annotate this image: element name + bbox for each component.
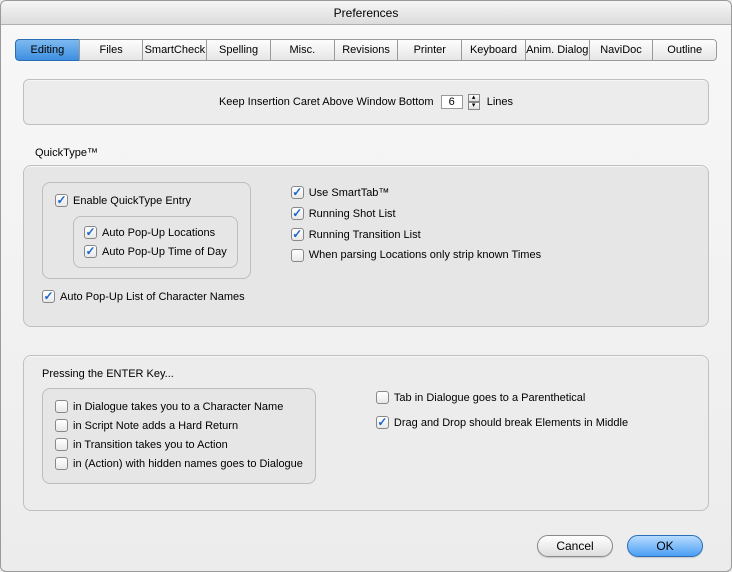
tab-files[interactable]: Files [79, 39, 143, 61]
tab-bar: Editing Files SmartCheck Spelling Misc. … [15, 39, 717, 61]
popup-subgroup: ✓ Auto Pop-Up Locations ✓ Auto Pop-Up Ti… [73, 216, 238, 268]
tab-paren-label: Tab in Dialogue goes to a Parenthetical [394, 392, 585, 404]
stepper-up-icon[interactable]: ▴ [468, 94, 480, 102]
enter-right: Tab in Dialogue goes to a Parenthetical … [376, 388, 628, 432]
checkbox-icon[interactable]: ✓ [291, 207, 304, 220]
action-to-dlg-row[interactable]: in (Action) with hidden names goes to Di… [55, 454, 303, 473]
checkbox-icon[interactable] [55, 457, 68, 470]
popup-chars-row[interactable]: ✓ Auto Pop-Up List of Character Names [42, 287, 251, 306]
checkbox-icon[interactable]: ✓ [376, 416, 389, 429]
checkbox-icon[interactable]: ✓ [84, 245, 97, 258]
tab-editing[interactable]: Editing [15, 39, 79, 61]
parse-times-label: When parsing Locations only strip known … [309, 249, 541, 262]
popup-tod-row[interactable]: ✓ Auto Pop-Up Time of Day [84, 242, 227, 261]
drag-break-label: Drag and Drop should break Elements in M… [394, 417, 628, 429]
enter-left-group: in Dialogue takes you to a Character Nam… [42, 388, 316, 484]
dlg-to-char-label: in Dialogue takes you to a Character Nam… [73, 401, 283, 413]
tab-paren-row[interactable]: Tab in Dialogue goes to a Parenthetical [376, 388, 628, 407]
checkbox-icon[interactable] [55, 419, 68, 432]
trans-to-action-label: in Transition takes you to Action [73, 439, 228, 451]
tab-smartcheck[interactable]: SmartCheck [142, 39, 206, 61]
checkbox-icon[interactable] [55, 438, 68, 451]
checkbox-icon[interactable]: ✓ [42, 290, 55, 303]
quicktype-left: ✓ Enable QuickType Entry ✓ Auto Pop-Up L… [42, 182, 251, 306]
tab-navidoc[interactable]: NaviDoc [589, 39, 653, 61]
caret-panel: Keep Insertion Caret Above Window Bottom… [23, 79, 709, 125]
quicktype-heading: QuickType™ [35, 147, 709, 159]
trans-to-action-row[interactable]: in Transition takes you to Action [55, 435, 303, 454]
caret-stepper[interactable]: ▴ ▾ [468, 94, 480, 110]
preferences-window: Preferences Editing Files SmartCheck Spe… [0, 0, 732, 572]
enable-quicktype-label: Enable QuickType Entry [73, 195, 191, 207]
cancel-button[interactable]: Cancel [537, 535, 613, 557]
content-area: Keep Insertion Caret Above Window Bottom… [1, 61, 731, 521]
ok-button[interactable]: OK [627, 535, 703, 557]
checkbox-icon[interactable] [55, 400, 68, 413]
popup-locations-label: Auto Pop-Up Locations [102, 227, 215, 239]
action-to-dlg-label: in (Action) with hidden names goes to Di… [73, 458, 303, 470]
shotlist-row[interactable]: ✓ Running Shot List [291, 203, 541, 224]
enable-quicktype-group: ✓ Enable QuickType Entry ✓ Auto Pop-Up L… [42, 182, 251, 279]
translist-label: Running Transition List [309, 229, 421, 241]
window-title: Preferences [1, 1, 731, 25]
tab-misc[interactable]: Misc. [270, 39, 334, 61]
caret-label-left: Keep Insertion Caret Above Window Bottom [219, 96, 434, 108]
drag-break-row[interactable]: ✓ Drag and Drop should break Elements in… [376, 413, 628, 432]
enter-panel: Pressing the ENTER Key... in Dialogue ta… [23, 355, 709, 511]
tab-printer[interactable]: Printer [397, 39, 461, 61]
scriptnote-hr-label: in Script Note adds a Hard Return [73, 420, 238, 432]
checkbox-icon[interactable] [376, 391, 389, 404]
enable-quicktype-row[interactable]: ✓ Enable QuickType Entry [55, 191, 238, 210]
popup-locations-row[interactable]: ✓ Auto Pop-Up Locations [84, 223, 227, 242]
tab-spelling[interactable]: Spelling [206, 39, 270, 61]
popup-chars-label: Auto Pop-Up List of Character Names [60, 291, 245, 303]
checkbox-icon[interactable] [291, 249, 304, 262]
translist-row[interactable]: ✓ Running Transition List [291, 224, 541, 245]
tab-outline[interactable]: Outline [652, 39, 717, 61]
dlg-to-char-row[interactable]: in Dialogue takes you to a Character Nam… [55, 397, 303, 416]
checkbox-icon[interactable]: ✓ [55, 194, 68, 207]
enter-heading: Pressing the ENTER Key... [42, 368, 690, 380]
tab-keyboard[interactable]: Keyboard [461, 39, 525, 61]
footer: Cancel OK [1, 521, 731, 571]
caret-label-right: Lines [487, 96, 513, 108]
checkbox-icon[interactable]: ✓ [291, 228, 304, 241]
checkbox-icon[interactable]: ✓ [291, 186, 304, 199]
scriptnote-hr-row[interactable]: in Script Note adds a Hard Return [55, 416, 303, 435]
shotlist-label: Running Shot List [309, 208, 396, 220]
tab-anim-dialog[interactable]: Anim. Dialog [525, 39, 589, 61]
smarttab-row[interactable]: ✓ Use SmartTab™ [291, 182, 541, 203]
quicktype-right: ✓ Use SmartTab™ ✓ Running Shot List ✓ Ru… [291, 182, 541, 306]
stepper-down-icon[interactable]: ▾ [468, 102, 480, 110]
tab-revisions[interactable]: Revisions [334, 39, 398, 61]
quicktype-panel: ✓ Enable QuickType Entry ✓ Auto Pop-Up L… [23, 165, 709, 327]
caret-lines-input[interactable] [441, 95, 463, 109]
parse-times-row[interactable]: When parsing Locations only strip known … [291, 245, 541, 266]
checkbox-icon[interactable]: ✓ [84, 226, 97, 239]
popup-tod-label: Auto Pop-Up Time of Day [102, 246, 227, 258]
smarttab-label: Use SmartTab™ [309, 187, 390, 199]
